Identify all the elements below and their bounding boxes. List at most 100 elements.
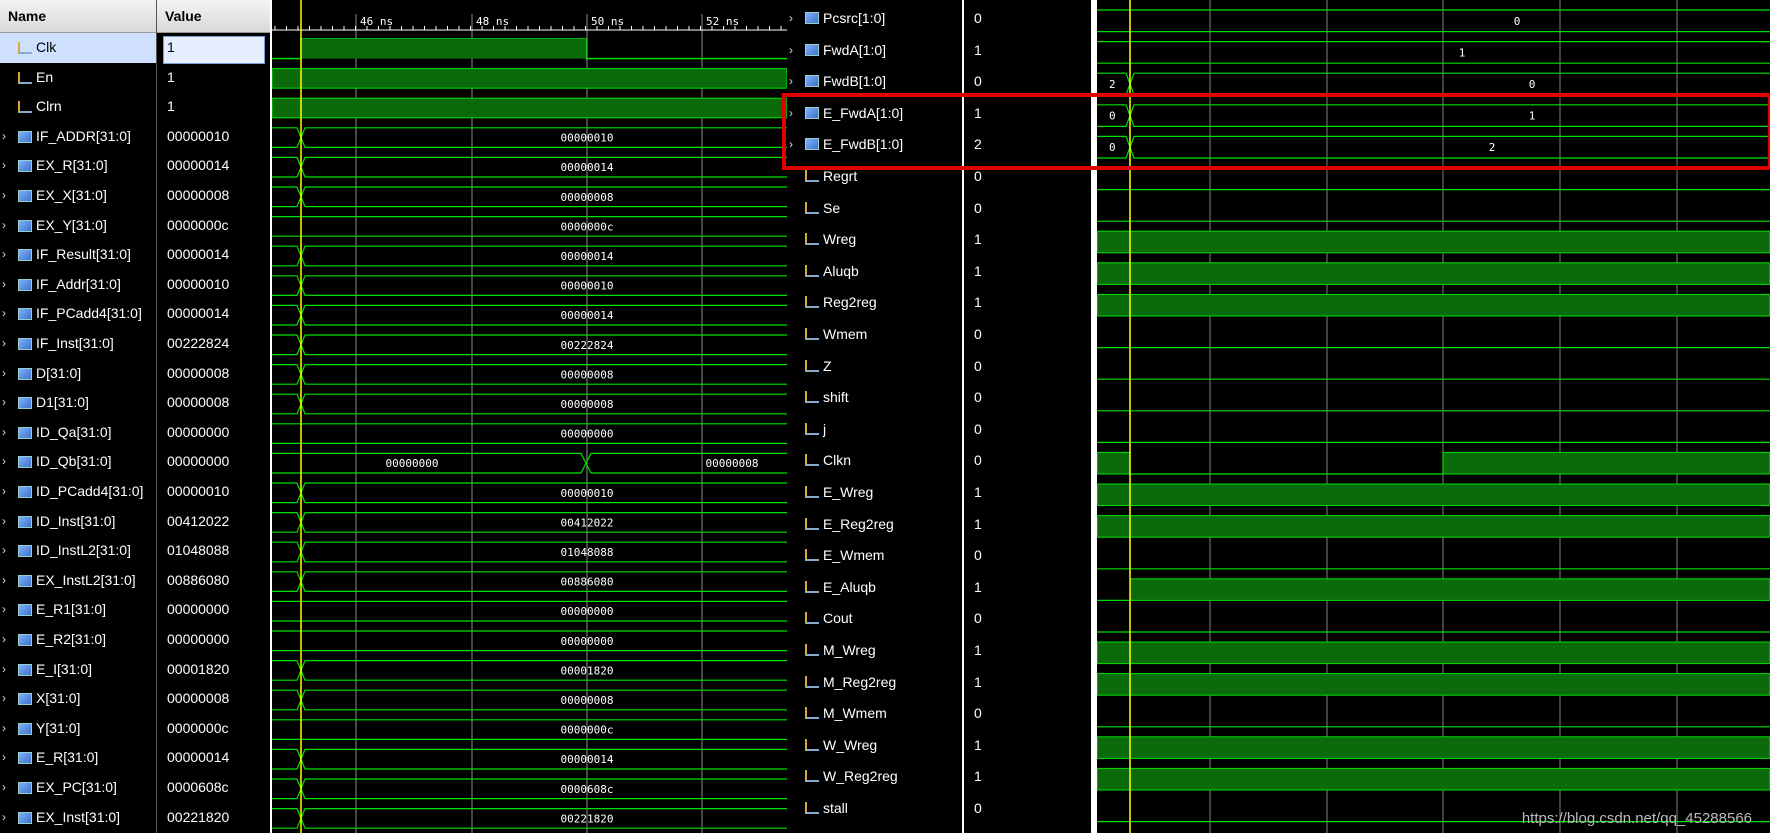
signal-row[interactable]: › E_FwdB[1:0] [787, 129, 962, 161]
signal-row[interactable]: › ID_Qb[31:0] [0, 447, 156, 477]
signal-value[interactable]: 1 [974, 98, 982, 130]
signal-row[interactable]: Se [787, 193, 962, 225]
expand-chevron-icon[interactable]: › [2, 773, 14, 803]
signal-row[interactable]: › IF_ADDR[31:0] [0, 122, 156, 152]
waveform-canvas-right[interactable]: 0 1 0 2 1 0 2 0 [1097, 0, 1770, 833]
signal-value[interactable]: 1 [974, 635, 982, 667]
signal-row[interactable]: Z [787, 351, 962, 383]
signal-value[interactable]: 00000008 [167, 388, 229, 418]
signal-row[interactable]: › Y[31:0] [0, 714, 156, 744]
expand-chevron-icon[interactable]: › [2, 477, 14, 507]
signal-row[interactable]: › E_R1[31:0] [0, 595, 156, 625]
expand-chevron-icon[interactable]: › [2, 151, 14, 181]
signal-row[interactable]: › FwdA[1:0] [787, 35, 962, 67]
signal-value[interactable]: 2 [974, 129, 982, 161]
signal-value[interactable]: 0000000c [167, 714, 229, 744]
signal-value[interactable]: 00222824 [167, 329, 229, 359]
signal-value[interactable]: 00000010 [167, 477, 229, 507]
signal-row[interactable]: W_Reg2reg [787, 761, 962, 793]
signal-value[interactable]: 0 [974, 319, 982, 351]
signal-row[interactable]: Wmem [787, 319, 962, 351]
signal-row[interactable]: › EX_InstL2[31:0] [0, 566, 156, 596]
expand-chevron-icon[interactable]: › [2, 803, 14, 833]
expand-chevron-icon[interactable]: › [2, 536, 14, 566]
expand-chevron-icon[interactable]: › [789, 129, 801, 161]
signal-value[interactable]: 00000014 [167, 240, 229, 270]
signal-value[interactable]: 00000000 [167, 418, 229, 448]
signal-row[interactable]: › IF_PCadd4[31:0] [0, 299, 156, 329]
signal-row[interactable]: M_Wmem [787, 698, 962, 730]
signal-value[interactable]: 0 [974, 540, 982, 572]
signal-value[interactable]: 0 [974, 66, 982, 98]
signal-row[interactable]: › E_FwdA[1:0] [787, 98, 962, 130]
signal-row[interactable]: › EX_R[31:0] [0, 151, 156, 181]
signal-value[interactable]: 1 [974, 477, 982, 509]
signal-value[interactable]: 00000008 [167, 684, 229, 714]
expand-chevron-icon[interactable]: › [2, 625, 14, 655]
signal-value[interactable]: 0 [974, 603, 982, 635]
signal-row[interactable]: Clk [0, 33, 156, 63]
signal-row[interactable]: › E_R[31:0] [0, 743, 156, 773]
signal-row[interactable]: j [787, 414, 962, 446]
signal-row[interactable]: Wreg [787, 224, 962, 256]
expand-chevron-icon[interactable]: › [2, 122, 14, 152]
signal-row[interactable]: Clkn [787, 445, 962, 477]
signal-row[interactable]: › ID_Qa[31:0] [0, 418, 156, 448]
signal-value[interactable]: 00000010 [167, 270, 229, 300]
expand-chevron-icon[interactable]: › [2, 329, 14, 359]
signal-value[interactable]: 1 [974, 287, 982, 319]
signal-value[interactable]: 00001820 [167, 655, 229, 685]
signal-value[interactable]: 1 [167, 63, 175, 93]
signal-row[interactable]: M_Wreg [787, 635, 962, 667]
expand-chevron-icon[interactable]: › [2, 299, 14, 329]
expand-chevron-icon[interactable]: › [789, 66, 801, 98]
expand-chevron-icon[interactable]: › [2, 595, 14, 625]
signal-row[interactable]: E_Wreg [787, 477, 962, 509]
signal-row[interactable]: › EX_Y[31:0] [0, 211, 156, 241]
expand-chevron-icon[interactable]: › [789, 35, 801, 67]
expand-chevron-icon[interactable]: › [2, 507, 14, 537]
signal-row[interactable]: stall [787, 793, 962, 825]
signal-value[interactable]: 00000008 [167, 359, 229, 389]
signal-row[interactable]: › E_I[31:0] [0, 655, 156, 685]
signal-value[interactable]: 01048088 [167, 536, 229, 566]
signal-row[interactable]: › EX_Inst[31:0] [0, 803, 156, 833]
signal-value[interactable]: 1 [974, 730, 982, 762]
signal-value[interactable]: 1 [974, 509, 982, 541]
signal-row[interactable]: E_Reg2reg [787, 509, 962, 541]
signal-row[interactable]: › ID_Inst[31:0] [0, 507, 156, 537]
expand-chevron-icon[interactable]: › [2, 211, 14, 241]
signal-value[interactable]: 00000010 [167, 122, 229, 152]
expand-chevron-icon[interactable]: › [2, 270, 14, 300]
signal-row[interactable]: › IF_Addr[31:0] [0, 270, 156, 300]
signal-value[interactable]: 1 [974, 572, 982, 604]
signal-value[interactable]: 00000000 [167, 625, 229, 655]
expand-chevron-icon[interactable]: › [789, 3, 801, 35]
expand-chevron-icon[interactable]: › [2, 684, 14, 714]
signal-row[interactable]: › ID_InstL2[31:0] [0, 536, 156, 566]
signal-value[interactable]: 00000000 [167, 447, 229, 477]
expand-chevron-icon[interactable]: › [2, 566, 14, 596]
signal-row[interactable]: E_Wmem [787, 540, 962, 572]
signal-row[interactable]: W_Wreg [787, 730, 962, 762]
signal-value[interactable]: 0 [974, 382, 982, 414]
signal-value[interactable]: 00000014 [167, 743, 229, 773]
expand-chevron-icon[interactable]: › [2, 388, 14, 418]
signal-row[interactable]: › D1[31:0] [0, 388, 156, 418]
signal-value[interactable]: 0 [974, 351, 982, 383]
expand-chevron-icon[interactable]: › [2, 714, 14, 744]
expand-chevron-icon[interactable]: › [2, 359, 14, 389]
signal-row[interactable]: Reg2reg [787, 287, 962, 319]
signal-value[interactable]: 00412022 [167, 507, 229, 537]
signal-row[interactable]: M_Reg2reg [787, 667, 962, 699]
signal-value[interactable]: 1 [974, 224, 982, 256]
signal-row[interactable]: › X[31:0] [0, 684, 156, 714]
signal-row[interactable]: En [0, 63, 156, 93]
signal-row[interactable]: Regrt [787, 161, 962, 193]
signal-value[interactable]: 1 [974, 761, 982, 793]
signal-row[interactable]: › ID_PCadd4[31:0] [0, 477, 156, 507]
signal-value[interactable]: 0 [974, 793, 982, 825]
signal-row[interactable]: › Pcsrc[1:0] [787, 3, 962, 35]
signal-value[interactable]: 0 [974, 445, 982, 477]
signal-row[interactable]: › D[31:0] [0, 359, 156, 389]
